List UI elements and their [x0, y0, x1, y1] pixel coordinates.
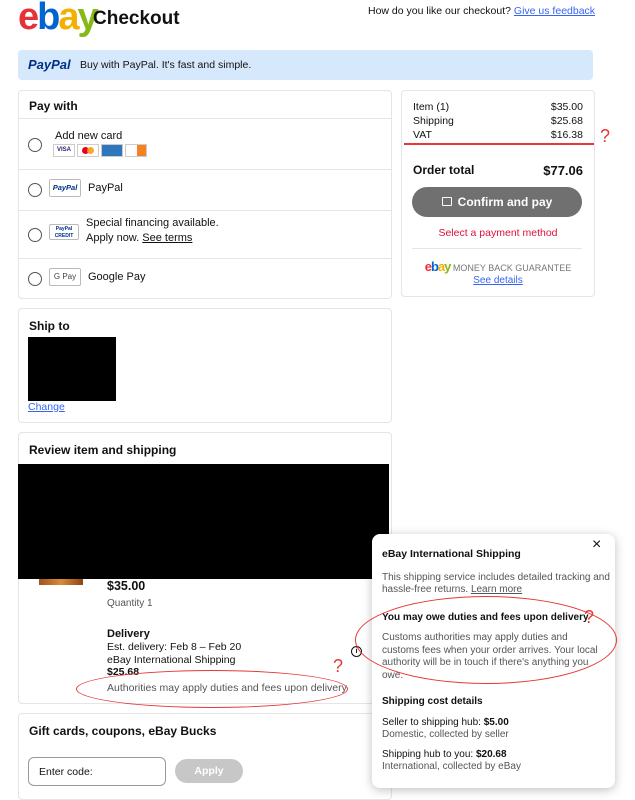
amex-icon	[101, 144, 123, 157]
est-delivery: Est. delivery: Feb 8 – Feb 20	[107, 641, 242, 653]
section-title: Ship to	[29, 319, 70, 333]
you-value: $20.68	[475, 749, 507, 760]
redacted-item-details	[18, 464, 389, 579]
hub-cost: Seller to shipping hub: $5.00	[382, 717, 509, 728]
payment-option-paypal-credit[interactable]: PayPal CREDIT Special financing availabl…	[19, 211, 391, 258]
you-label: Shipping hub to you:	[382, 749, 474, 760]
radio-button[interactable]	[28, 228, 42, 242]
page-title: Checkout	[93, 8, 180, 29]
radio-button[interactable]	[28, 138, 42, 152]
payment-option-google-pay[interactable]: G Pay Google Pay	[19, 259, 391, 297]
summary-value: $16.38	[550, 129, 583, 141]
popover-intro: This shipping service includes detailed …	[382, 572, 612, 596]
gift-cards-section: Gift cards, coupons, eBay Bucks Enter co…	[18, 713, 392, 800]
you-note: International, collected by eBay	[382, 761, 521, 772]
shipping-service: eBay International Shipping	[107, 654, 236, 666]
you-cost: Shipping hub to you: $20.68	[382, 749, 507, 760]
annotation-question-mark: ?	[584, 607, 595, 627]
annotation-underline	[404, 143, 594, 145]
option-label: PayPal	[88, 182, 123, 194]
paypal-logo: PayPal	[28, 57, 71, 72]
pay-with-section: Pay with Add new card VISA PayPal PayPal…	[18, 90, 392, 299]
section-title: Pay with	[29, 99, 78, 113]
annotation-oval	[355, 596, 617, 684]
see-details-link[interactable]: See details	[402, 275, 594, 286]
credit-cards-icon: VISA	[53, 144, 147, 157]
feedback-area: How do you like our checkout? Give us fe…	[368, 5, 595, 17]
paypal-credit-badge: PayPal CREDIT	[49, 224, 79, 240]
logo-letter: b	[37, 0, 60, 38]
annotation-oval	[76, 670, 348, 708]
confirm-label: Confirm and pay	[457, 195, 553, 209]
logo-letter: e	[18, 0, 39, 38]
popover-title: eBay International Shipping	[382, 548, 521, 560]
summary-label: Item (1)	[413, 101, 450, 113]
summary-label: Shipping	[413, 115, 454, 127]
annotation-question-mark: ?	[333, 656, 344, 676]
paypal-badge: PayPal	[49, 179, 81, 197]
option-sublabel-row: Apply now. See terms	[86, 232, 192, 244]
ebay-logo[interactable]: ebay	[18, 0, 99, 39]
feedback-prompt: How do you like our checkout?	[368, 5, 511, 17]
section-title: Review item and shipping	[29, 443, 177, 457]
total-label: Order total	[413, 163, 475, 177]
learn-more-link[interactable]: Learn more	[471, 584, 522, 595]
summary-value: $25.68	[550, 115, 583, 127]
banner-text: Buy with PayPal. It's fast and simple.	[80, 59, 252, 71]
hub-note: Domestic, collected by seller	[382, 729, 509, 740]
lock-icon	[441, 197, 452, 206]
visa-icon: VISA	[53, 144, 75, 157]
coupon-code-input[interactable]: Enter code:	[28, 757, 166, 786]
hub-label: Seller to shipping hub:	[382, 717, 481, 728]
confirm-and-pay-button[interactable]: Confirm and pay	[412, 187, 582, 217]
cost-title: Shipping cost details	[382, 696, 483, 707]
order-total: Order total $77.06	[413, 163, 583, 178]
divider	[412, 248, 582, 249]
apply-button[interactable]: Apply	[175, 759, 243, 783]
radio-button[interactable]	[28, 272, 42, 286]
redacted-address	[28, 337, 116, 401]
summary-row: Shipping $25.68	[413, 115, 583, 127]
error-message: Select a payment method	[438, 227, 558, 239]
option-label: Google Pay	[88, 271, 146, 283]
section-title: Gift cards, coupons, eBay Bucks	[29, 724, 217, 738]
input-placeholder: Enter code:	[39, 766, 93, 778]
delivery-title: Delivery	[107, 628, 150, 640]
annotation-question-mark: ?	[600, 126, 611, 146]
google-pay-badge: G Pay	[49, 268, 81, 286]
summary-value: $35.00	[550, 101, 583, 113]
ebay-mini-logo: ebay	[424, 259, 452, 274]
guarantee-text: MONEY BACK GUARANTEE	[452, 263, 572, 273]
money-back-guarantee: ebay MONEY BACK GUARANTEE	[402, 259, 594, 274]
summary-row: VAT $16.38	[413, 129, 583, 141]
paypal-banner: PayPal Buy with PayPal. It's fast and si…	[18, 50, 593, 80]
payment-option-card[interactable]: Add new card VISA	[19, 119, 391, 169]
mastercard-icon	[77, 144, 99, 157]
feedback-link[interactable]: Give us feedback	[514, 5, 595, 17]
option-label: Add new card	[55, 130, 123, 142]
hub-value: $5.00	[483, 717, 509, 728]
close-icon[interactable]: ×	[592, 536, 601, 554]
logo-letter: a	[58, 0, 79, 38]
option-label: Special financing available.	[86, 217, 219, 229]
ship-to-section: Ship to Change	[18, 308, 392, 423]
item-quantity: Quantity 1	[107, 598, 153, 609]
item-price: $35.00	[107, 579, 146, 593]
option-sublabel: Apply now.	[86, 232, 140, 244]
radio-button[interactable]	[28, 183, 42, 197]
total-value: $77.06	[543, 163, 583, 178]
payment-option-paypal[interactable]: PayPal PayPal	[19, 170, 391, 210]
summary-row: Item (1) $35.00	[413, 101, 583, 113]
change-address-link[interactable]: Change	[28, 401, 65, 413]
order-summary: Item (1) $35.00 Shipping $25.68 VAT $16.…	[401, 90, 595, 297]
see-terms-link[interactable]: See terms	[142, 232, 192, 244]
discover-icon	[125, 144, 147, 157]
summary-label: VAT	[413, 129, 432, 141]
